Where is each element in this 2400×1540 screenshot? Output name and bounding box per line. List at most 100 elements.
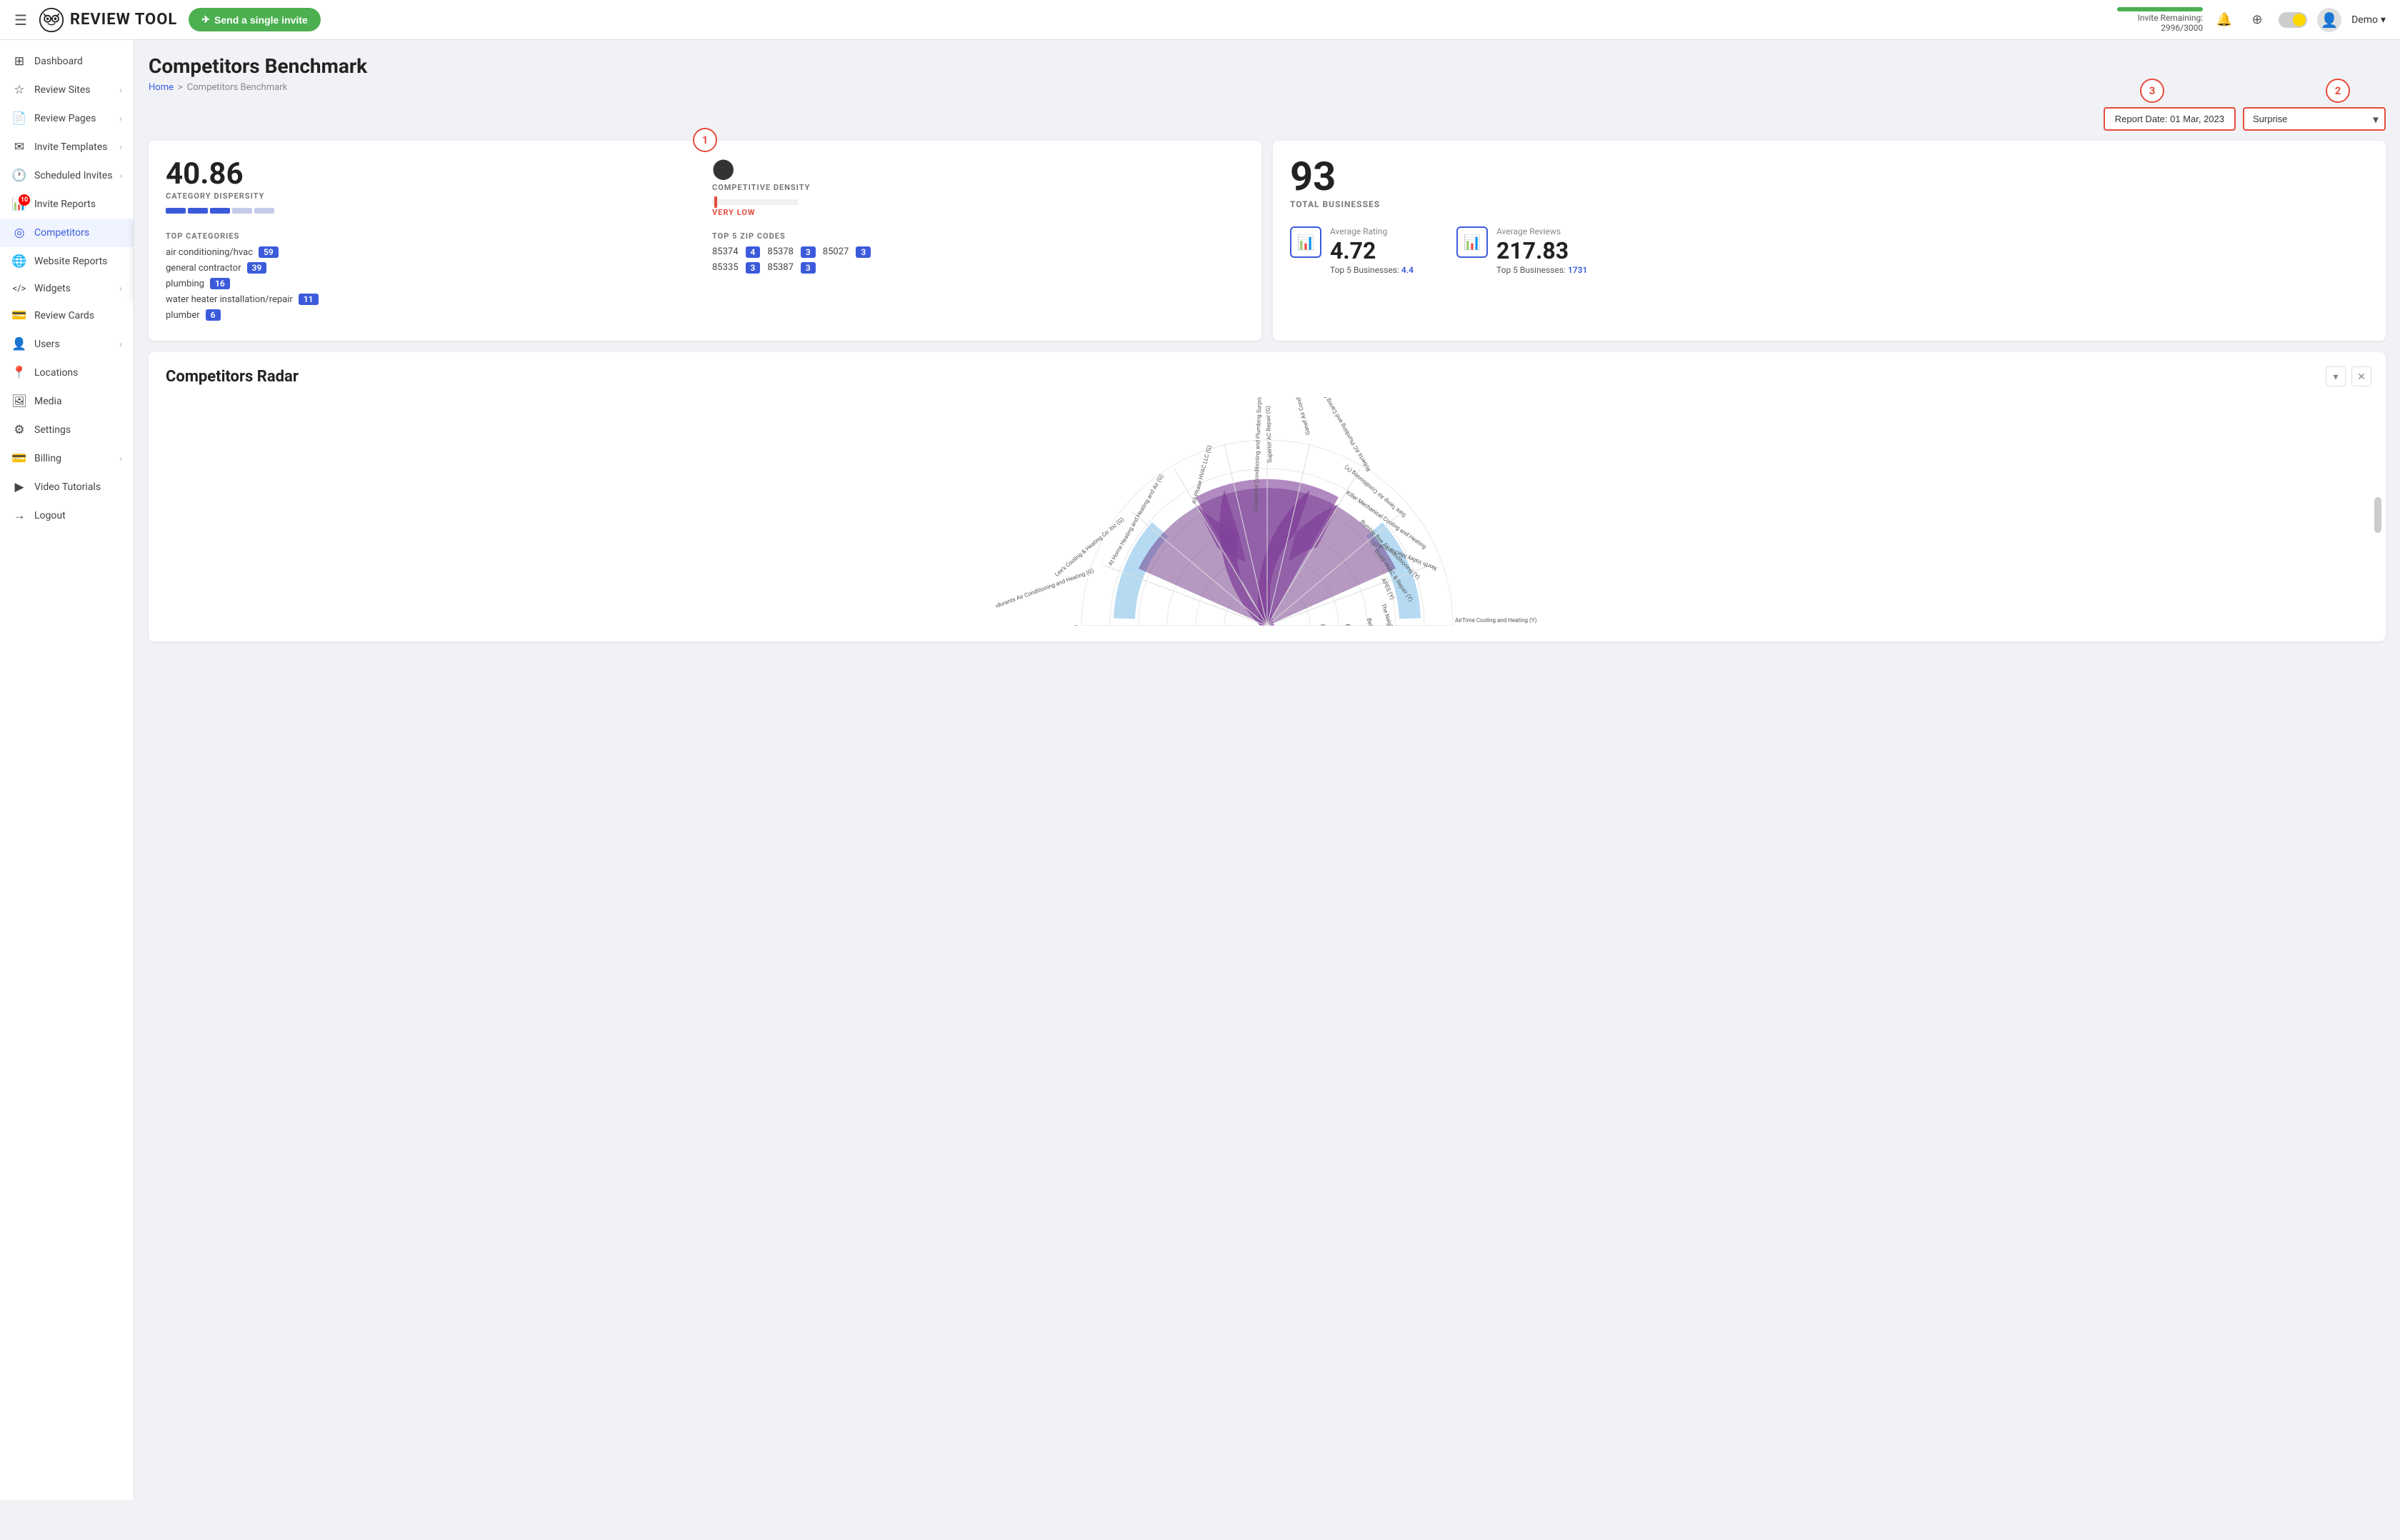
cat-row-4: plumber 6: [166, 309, 698, 321]
svg-text:Bell Air Conditioning (Y): Bell Air Conditioning (Y): [1366, 618, 1384, 626]
chevron-icon: ›: [119, 142, 122, 152]
sidebar-item-logout[interactable]: → Logout: [0, 501, 134, 530]
sidebar-item-media[interactable]: 🖼 Media: [0, 387, 134, 416]
zip-badge-3: 3: [746, 262, 761, 274]
invite-remaining: Invite Remaining: 2996/3000: [2117, 7, 2203, 33]
category-dispersity-value: 40.86: [166, 156, 698, 191]
avg-rating-icon-box: 📊: [1290, 226, 1321, 258]
zip-4: 85387: [767, 262, 794, 274]
cat-row-1: general contractor 39: [166, 262, 698, 274]
avg-rating-top5: Top 5 Businesses: 4.4: [1330, 265, 1414, 275]
category-progress-bars: [166, 208, 698, 214]
callout-3: 3: [2140, 79, 2164, 103]
radar-card: ▾ ✕ Competitors Radar: [149, 352, 2386, 641]
chevron-icon: ›: [119, 284, 122, 294]
pbar-4: [232, 208, 252, 214]
callout-1-circle: 1: [693, 128, 717, 152]
avg-reviews-top5-value: 1731: [1568, 265, 1587, 275]
avatar[interactable]: 👤: [2317, 8, 2341, 32]
sidebar-label-scheduled-invites: Scheduled Invites: [34, 170, 113, 181]
sidebar-item-dashboard[interactable]: ⊞ Dashboard: [0, 47, 134, 76]
review-cards-icon: 💳: [11, 309, 27, 323]
avg-reviews-value: 217.83: [1496, 239, 1587, 262]
zip-1: 85378: [767, 246, 794, 258]
media-icon: 🖼: [11, 394, 27, 409]
top-categories: TOP CATEGORIES air conditioning/hvac 59 …: [166, 231, 698, 325]
top-zip-codes: TOP 5 ZIP CODES 85374 4 85378 3 85027 3 …: [712, 231, 1244, 325]
scrollbar-thumb[interactable]: [2374, 497, 2381, 533]
breadcrumb-home[interactable]: Home: [149, 82, 174, 93]
radar-controls: ▾ ✕: [2326, 366, 2371, 386]
report-date-button[interactable]: Report Date: 01 Mar, 2023: [2104, 107, 2236, 131]
zip-row-1: 85335 3 85387 3: [712, 262, 1244, 274]
total-businesses-label: TOTAL BUSINESSES: [1290, 199, 2369, 209]
zip-badge-2: 3: [856, 246, 871, 258]
notification-icon[interactable]: 🔔: [2213, 9, 2236, 31]
avg-reviews-block: 📊 Average Reviews 217.83 Top 5 Businesse…: [1456, 226, 1587, 275]
cat-badge-4: 6: [206, 309, 221, 321]
location-select-wrap: Surprise: [2243, 107, 2386, 131]
sidebar-item-users[interactable]: 👤 Users ›: [0, 330, 134, 359]
sidebar-label-video-tutorials: Video Tutorials: [34, 481, 101, 493]
sidebar-item-scheduled-invites[interactable]: 🕐 Scheduled Invites ›: [0, 161, 134, 190]
topnav: ☰ REVIEW TOOL ✈ Send a single invite: [0, 0, 2400, 40]
cat-name-4: plumber: [166, 310, 200, 321]
pbar-2: [188, 208, 208, 214]
hamburger-icon[interactable]: ☰: [14, 11, 27, 29]
chevron-icon: ›: [119, 454, 122, 464]
sidebar-label-review-sites: Review Sites: [34, 84, 91, 96]
page-header: Competitors Benchmark Home > Competitors…: [149, 54, 2386, 93]
sidebar-item-review-cards[interactable]: 💳 Review Cards: [0, 301, 134, 330]
sidebar-label-media: Media: [34, 396, 62, 407]
widgets-icon: </>: [11, 284, 27, 294]
sidebar-label-widgets: Widgets: [34, 283, 71, 294]
category-dispersity-block: 40.86 CATEGORY DISPERSITY: [166, 156, 698, 217]
location-select[interactable]: Surprise: [2243, 107, 2386, 131]
very-low-label: VERY LOW: [712, 208, 1244, 217]
category-dispersity-label: CATEGORY DISPERSITY: [166, 191, 698, 201]
video-tutorials-icon: ▶: [11, 480, 27, 494]
sidebar-item-review-pages[interactable]: 📄 Review Pages ›: [0, 104, 134, 133]
logo: REVIEW TOOL: [39, 7, 177, 33]
sidebar-item-billing[interactable]: 💳 Billing ›: [0, 444, 134, 473]
sidebar-item-website-reports[interactable]: 🌐 Website Reports: [0, 247, 134, 276]
pbar-1: [166, 208, 186, 214]
scheduled-invites-icon: 🕐: [11, 169, 27, 183]
sidebar-item-locations[interactable]: 📍 Locations: [0, 359, 134, 387]
radar-collapse-button[interactable]: ▾: [2326, 366, 2346, 386]
sidebar-item-review-sites[interactable]: ☆ Review Sites ›: [0, 76, 134, 104]
sidebar-label-invite-templates: Invite Templates: [34, 141, 107, 153]
sidebar-label-invite-reports: Invite Reports: [34, 199, 96, 210]
cat-name-1: general contractor: [166, 263, 241, 274]
cat-row-3: water heater installation/repair 11: [166, 294, 698, 305]
cat-row-0: air conditioning/hvac 59: [166, 246, 698, 258]
svg-text:Sundurants Air Conditioning an: Sundurants Air Conditioning and Heating …: [996, 567, 1095, 611]
svg-text:AirTime Cooling and Heating (Y: AirTime Cooling and Heating (Y): [1455, 617, 1537, 624]
competitive-density-icon: ⬤: [712, 156, 1244, 180]
radar-close-button[interactable]: ✕: [2351, 366, 2371, 386]
add-icon[interactable]: ⊕: [2246, 9, 2269, 31]
cat-badge-2: 16: [210, 278, 230, 289]
sidebar-item-competitors[interactable]: ◎ Competitors: [0, 219, 134, 247]
sidebar-item-settings[interactable]: ⚙ Settings: [0, 416, 134, 444]
svg-text:Ganef Air Conditioning and Hea: Ganef Air Conditioning and Heating (Y): [1280, 397, 1311, 436]
sidebar-item-video-tutorials[interactable]: ▶ Video Tutorials: [0, 473, 134, 501]
radar-svg-area: Cool Blew Inc. - AC Repair Surprise AZ S…: [166, 397, 2369, 626]
sidebar-label-settings: Settings: [34, 424, 71, 436]
sidebar-label-competitors: Competitors: [34, 227, 89, 239]
avg-rating-text: Average Rating 4.72 Top 5 Businesses: 4.…: [1330, 226, 1414, 275]
send-invite-button[interactable]: ✈ Send a single invite: [189, 8, 320, 31]
sidebar-item-invite-reports[interactable]: 📊 Invite Reports 10: [0, 190, 134, 219]
chevron-icon: ›: [119, 339, 122, 349]
logout-icon: →: [11, 509, 27, 523]
theme-toggle[interactable]: [2279, 12, 2307, 28]
sidebar-item-widgets[interactable]: </> Widgets ›: [0, 276, 134, 301]
settings-icon: ⚙: [11, 423, 27, 437]
density-bar: [712, 199, 798, 205]
zip-row-0: 85374 4 85378 3 85027 3: [712, 246, 1244, 258]
top-zip-codes-label: TOP 5 ZIP CODES: [712, 231, 1244, 241]
sidebar-label-review-cards: Review Cards: [34, 310, 94, 321]
sidebar: ⊞ Dashboard ☆ Review Sites › 📄 Review Pa…: [0, 40, 134, 1500]
sidebar-item-invite-templates[interactable]: ✉ Invite Templates ›: [0, 133, 134, 161]
demo-menu[interactable]: Demo ▾: [2351, 14, 2386, 26]
